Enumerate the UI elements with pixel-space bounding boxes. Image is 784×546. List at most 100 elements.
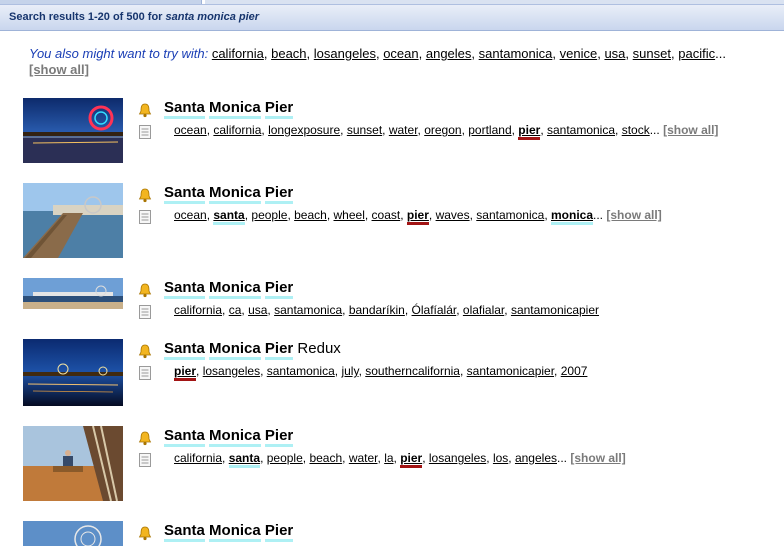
results-count: Search results 1-20 of 500 for xyxy=(9,11,166,23)
tag-link[interactable]: santamonica xyxy=(547,123,615,137)
result-thumbnail[interactable] xyxy=(23,426,123,501)
tag-link[interactable]: santamonicapier xyxy=(511,303,599,317)
tag-link[interactable]: water xyxy=(389,123,418,137)
tag-link[interactable]: pier xyxy=(406,208,429,225)
related-tag-link[interactable]: santamonica xyxy=(479,46,553,61)
title-word: Pier xyxy=(264,184,294,204)
result-title[interactable]: Santa Monica Pier xyxy=(164,184,294,204)
result-title[interactable]: Santa Monica Pier xyxy=(164,279,294,299)
title-word: Pier xyxy=(264,340,294,360)
related-tag-link[interactable]: sunset xyxy=(633,46,671,61)
tag-link[interactable]: bandaríkin xyxy=(349,303,405,317)
tag-link[interactable]: california xyxy=(174,303,222,317)
tag-link[interactable]: waves xyxy=(436,208,470,222)
results-query: santa monica pier xyxy=(165,11,260,23)
tags-ellipsis: ... xyxy=(649,123,660,137)
result-tags: ocean, california, longexposure, sunset,… xyxy=(174,123,718,140)
bell-icon[interactable] xyxy=(137,525,153,541)
result-thumbnail[interactable] xyxy=(23,521,123,546)
tag-link[interactable]: beach xyxy=(309,451,342,465)
related-tag-link[interactable]: venice xyxy=(560,46,598,61)
title-word: Pier xyxy=(264,522,294,542)
title-word: Monica xyxy=(209,522,261,542)
show-all-tags-link[interactable]: [show all] xyxy=(606,208,661,222)
tag-link[interactable]: pier xyxy=(400,451,423,468)
tag-link[interactable]: people xyxy=(267,451,303,465)
tag-link[interactable]: pier xyxy=(174,364,197,381)
tag-link[interactable]: santamonica xyxy=(274,303,342,317)
related-tag-link[interactable]: losangeles xyxy=(314,46,376,61)
tag-link[interactable]: santamonica xyxy=(267,364,335,378)
tag-link[interactable]: beach xyxy=(294,208,327,222)
tag-link[interactable]: la xyxy=(384,451,393,465)
related-tag-link[interactable]: usa xyxy=(604,46,625,61)
tag-link[interactable]: santa xyxy=(213,208,245,225)
tag-link[interactable]: longexposure xyxy=(268,123,340,137)
bell-icon[interactable] xyxy=(137,102,153,118)
bell-icon[interactable] xyxy=(137,343,153,359)
result-thumbnail[interactable] xyxy=(23,98,123,163)
title-word: Monica xyxy=(209,184,261,204)
show-all-tags-link[interactable]: [show all] xyxy=(570,451,625,465)
show-all-tags-link[interactable]: [show all] xyxy=(663,123,718,137)
tag-link[interactable]: coast xyxy=(372,208,401,222)
related-tags: You also might want to try with: califor… xyxy=(29,46,726,77)
tag-link[interactable]: southerncalifornia xyxy=(365,364,460,378)
tag-link[interactable]: santamonica xyxy=(476,208,544,222)
tag-link[interactable]: water xyxy=(349,451,378,465)
related-tag-link[interactable]: california xyxy=(212,46,264,61)
tag-link[interactable]: ocean xyxy=(174,208,207,222)
tag-link[interactable]: july xyxy=(341,364,358,378)
related-tag-link[interactable]: ocean xyxy=(383,46,418,61)
tag-link[interactable]: pier xyxy=(518,123,541,140)
title-word: Santa xyxy=(164,340,205,360)
document-icon xyxy=(139,210,151,224)
result-tags: pier, losangeles, santamonica, july, sou… xyxy=(174,364,588,381)
tag-link[interactable]: california xyxy=(174,451,222,465)
tag-link[interactable]: losangeles xyxy=(429,451,486,465)
result-tags: ocean, santa, people, beach, wheel, coas… xyxy=(174,208,662,225)
bell-icon[interactable] xyxy=(137,282,153,298)
tag-link[interactable]: oregon xyxy=(424,123,461,137)
tag-link[interactable]: portland xyxy=(468,123,511,137)
tag-link[interactable]: people xyxy=(251,208,287,222)
tag-link[interactable]: ocean xyxy=(174,123,207,137)
title-word: Monica xyxy=(209,427,261,447)
tag-link[interactable]: stock xyxy=(622,123,650,137)
tag-link[interactable]: wheel xyxy=(334,208,365,222)
result-title[interactable]: Santa Monica Pier xyxy=(164,522,294,542)
tag-link[interactable]: Ólafíalár xyxy=(412,303,457,317)
tag-link[interactable]: santamonicapier xyxy=(467,364,554,378)
related-tag-link[interactable]: angeles xyxy=(426,46,472,61)
tag-link[interactable]: california xyxy=(213,123,261,137)
result-title[interactable]: Santa Monica Pier xyxy=(164,427,294,447)
tag-link[interactable]: ca xyxy=(229,303,242,317)
result-thumbnail[interactable] xyxy=(23,339,123,406)
tag-link[interactable]: monica xyxy=(550,208,593,225)
tag-link[interactable]: olafialar xyxy=(463,303,504,317)
tag-link[interactable]: usa xyxy=(248,303,267,317)
tags-ellipsis: ... xyxy=(557,451,568,465)
result-title[interactable]: Santa Monica Pier Redux xyxy=(164,340,341,360)
related-tag-link[interactable]: pacific xyxy=(678,46,715,61)
results-header: Search results 1-20 of 500 for santa mon… xyxy=(0,4,784,31)
tag-link[interactable]: losangeles xyxy=(203,364,260,378)
tag-link[interactable]: angeles xyxy=(515,451,557,465)
tag-link[interactable]: 2007 xyxy=(561,364,588,378)
related-tag-link[interactable]: beach xyxy=(271,46,306,61)
tag-link[interactable]: santa xyxy=(228,451,261,468)
title-word: Pier xyxy=(264,99,294,119)
document-icon xyxy=(139,453,151,467)
tag-link[interactable]: los xyxy=(493,451,508,465)
bell-icon[interactable] xyxy=(137,187,153,203)
title-suffix: Redux xyxy=(297,340,341,357)
result-item: Santa Monica Pier xyxy=(0,521,784,546)
result-title[interactable]: Santa Monica Pier xyxy=(164,99,294,119)
result-item: Santa Monica Pier ocean, santa, people, … xyxy=(0,183,784,263)
related-show-all-link[interactable]: [show all] xyxy=(29,62,89,77)
bell-icon[interactable] xyxy=(137,430,153,446)
title-word: Monica xyxy=(209,279,261,299)
result-thumbnail[interactable] xyxy=(23,278,123,309)
tag-link[interactable]: sunset xyxy=(347,123,382,137)
result-thumbnail[interactable] xyxy=(23,183,123,258)
